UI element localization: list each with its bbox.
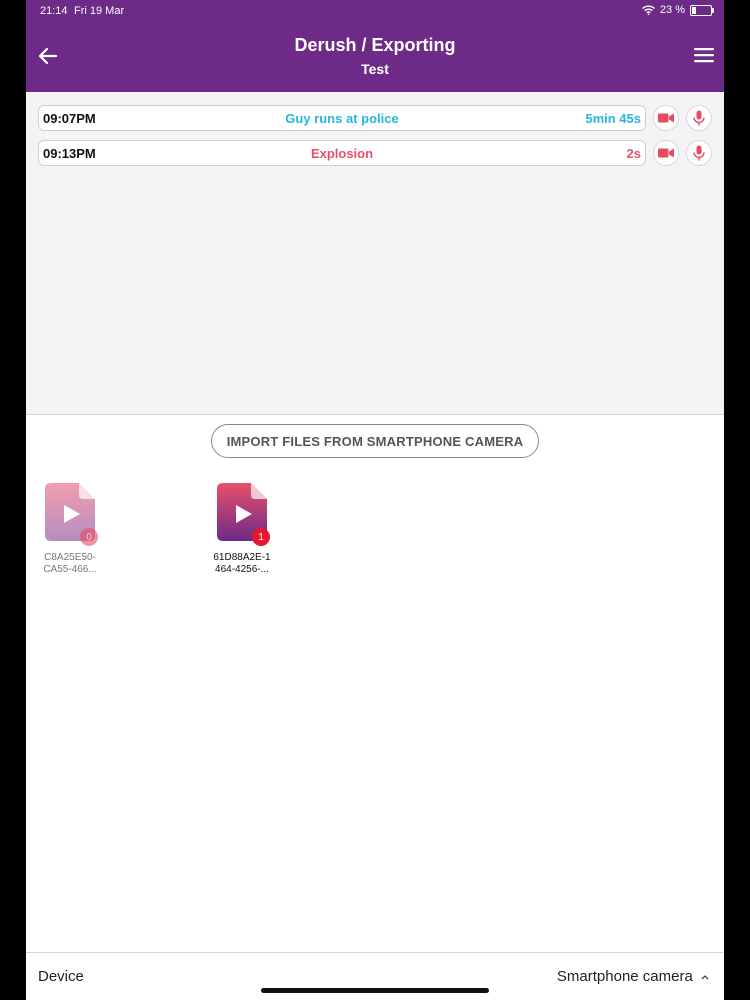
app-header: Derush / Exporting Test bbox=[26, 22, 724, 92]
timeline-panel: 09:07PM Guy runs at police 5min 45s 09:1… bbox=[26, 92, 724, 415]
source-selector[interactable]: Smartphone camera bbox=[557, 968, 710, 985]
battery-percent: 23 % bbox=[659, 4, 685, 16]
status-bar: 21:14 Fri 19 Mar 23 % bbox=[26, 0, 724, 22]
video-camera-button[interactable] bbox=[653, 140, 679, 166]
page-title: Derush / Exporting bbox=[294, 35, 456, 55]
video-camera-button[interactable] bbox=[653, 105, 679, 131]
file-item[interactable]: 1 61D88A2E-1 464-4256-... bbox=[197, 481, 287, 576]
row-label: Guy runs at police bbox=[285, 111, 399, 126]
app-screen: 21:14 Fri 19 Mar 23 % Derush / Exporting… bbox=[26, 0, 724, 1000]
file-name-line2: 464-4256-... bbox=[215, 564, 269, 575]
timeline-row-pill[interactable]: 09:07PM Guy runs at police 5min 45s bbox=[38, 105, 646, 131]
microphone-icon bbox=[693, 110, 705, 126]
hamburger-menu-icon[interactable] bbox=[694, 46, 714, 64]
wifi-icon bbox=[641, 5, 655, 15]
status-time: 21:14 bbox=[40, 5, 68, 17]
microphone-button[interactable] bbox=[686, 105, 712, 131]
row-duration: 5min 45s bbox=[585, 111, 641, 126]
home-indicator bbox=[261, 988, 489, 993]
footer-device-label: Device bbox=[38, 968, 84, 985]
microphone-icon bbox=[693, 145, 705, 161]
file-item[interactable]: 0 C8A25E50- CA55-466... bbox=[26, 481, 115, 576]
row-label: Explosion bbox=[310, 146, 374, 161]
file-name-line1: C8A25E50- bbox=[44, 552, 96, 563]
status-right: 23 % bbox=[641, 4, 714, 16]
video-camera-icon bbox=[658, 113, 674, 123]
file-badge: 1 bbox=[252, 528, 270, 546]
import-files-button[interactable]: IMPORT FILES FROM SMARTPHONE CAMERA bbox=[211, 424, 539, 458]
source-selector-label: Smartphone camera bbox=[556, 968, 693, 985]
chevron-up-icon bbox=[701, 975, 709, 980]
file-name-line1: 61D88A2E-1 bbox=[213, 552, 271, 563]
microphone-button[interactable] bbox=[686, 140, 712, 166]
battery-icon bbox=[690, 4, 714, 16]
file-name-line2: CA55-466... bbox=[43, 564, 97, 575]
page-subtitle: Test bbox=[361, 61, 389, 77]
file-badge: 0 bbox=[80, 528, 98, 546]
status-date: Fri 19 Mar bbox=[74, 5, 125, 17]
video-camera-icon bbox=[658, 148, 674, 158]
timeline-row-pill[interactable]: 09:13PM Explosion 2s bbox=[38, 140, 646, 166]
row-duration: 2s bbox=[626, 146, 641, 161]
